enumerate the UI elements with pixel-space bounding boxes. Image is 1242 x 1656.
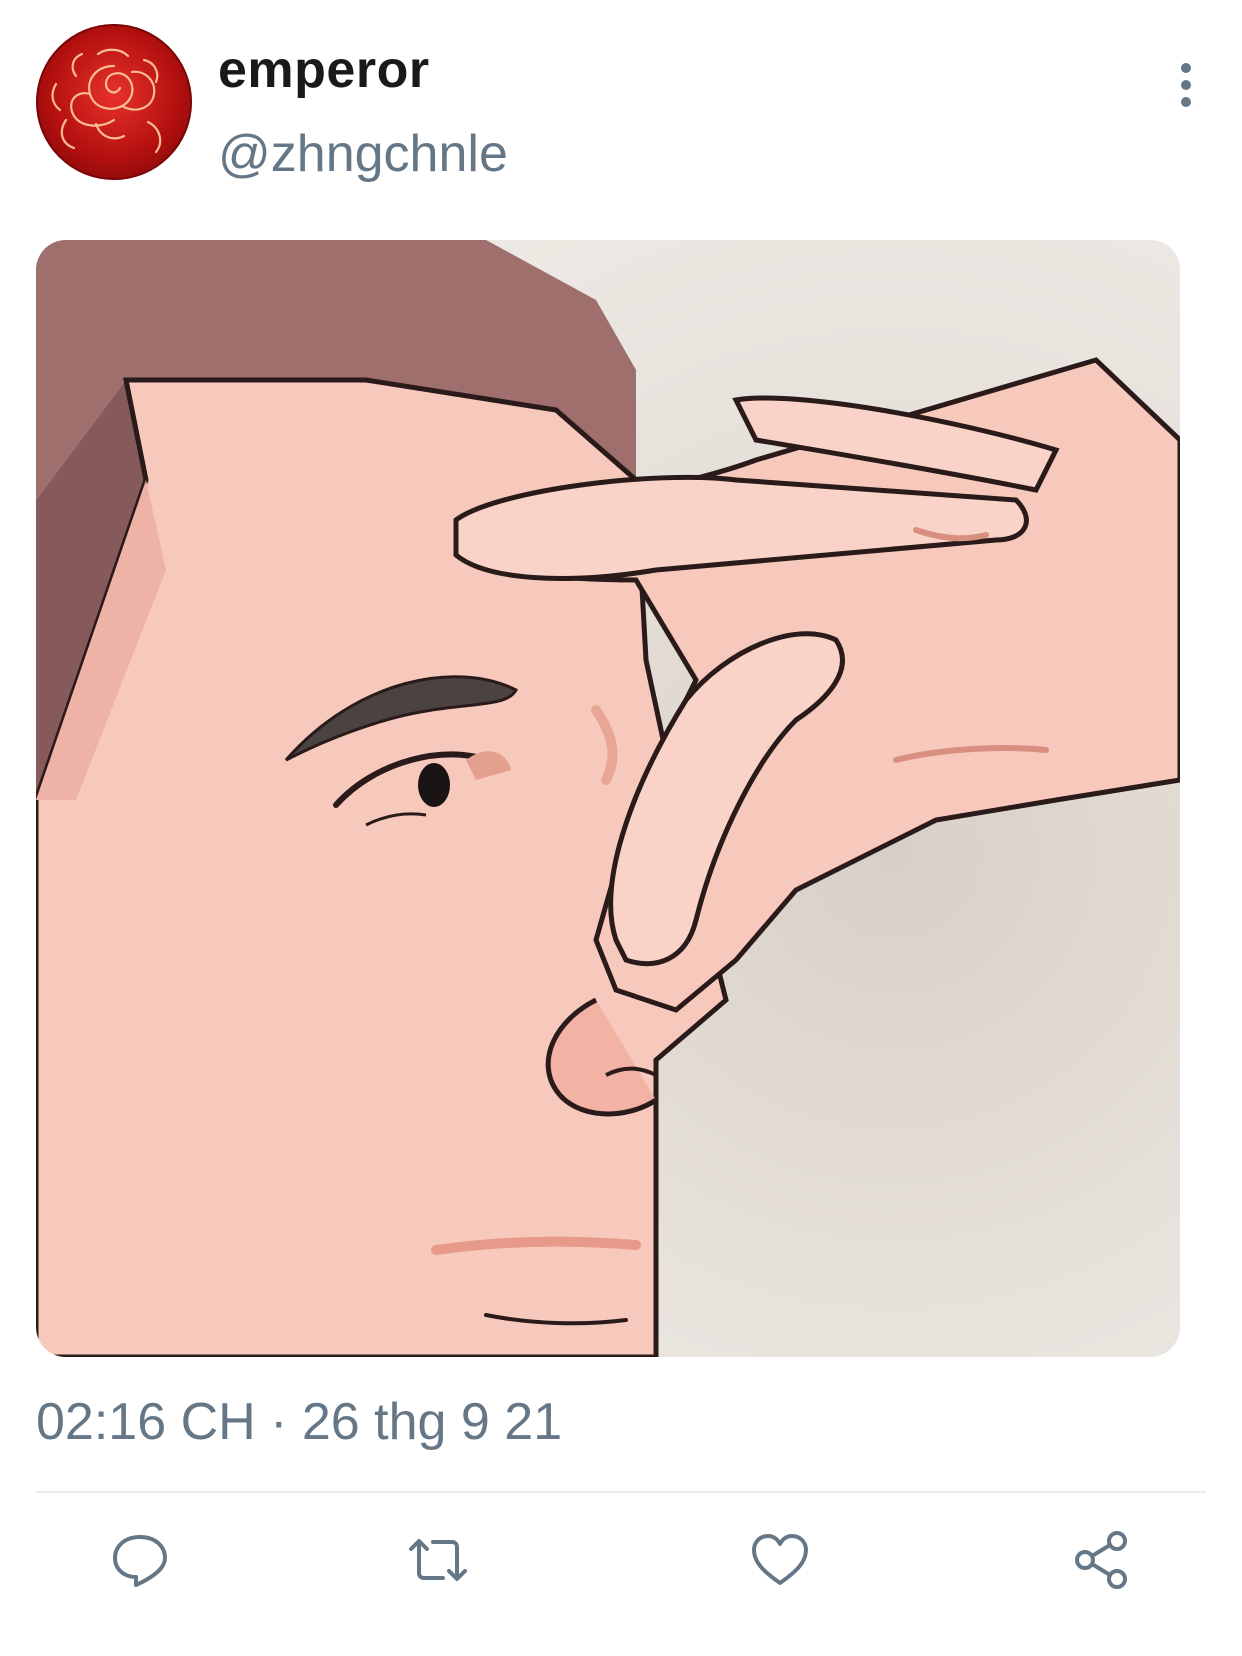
retweet-button[interactable] bbox=[398, 1520, 478, 1600]
display-name[interactable]: emperor bbox=[218, 44, 430, 96]
tweet-header: emperor @zhngchnle bbox=[36, 24, 1206, 184]
rose-icon bbox=[36, 24, 192, 180]
reply-button[interactable] bbox=[100, 1520, 180, 1600]
retweet-icon bbox=[409, 1539, 467, 1581]
share-icon bbox=[1075, 1531, 1127, 1589]
user-handle[interactable]: @zhngchnle bbox=[218, 128, 508, 180]
like-button[interactable] bbox=[740, 1520, 820, 1600]
avatar[interactable] bbox=[36, 24, 192, 180]
reply-icon bbox=[113, 1535, 167, 1587]
meme-illustration-icon bbox=[36, 240, 1180, 1357]
more-dot-icon bbox=[1181, 97, 1191, 107]
more-options-button[interactable] bbox=[1166, 50, 1206, 120]
heart-icon bbox=[752, 1534, 808, 1585]
divider bbox=[36, 1491, 1206, 1493]
tweet-media-image[interactable] bbox=[36, 240, 1180, 1357]
tweet-timestamp[interactable]: 02:16 CH · 26 thg 9 21 bbox=[36, 1396, 562, 1448]
tweet-actions-bar bbox=[0, 1520, 1242, 1600]
more-dot-icon bbox=[1181, 80, 1191, 90]
more-dot-icon bbox=[1181, 63, 1191, 73]
share-button[interactable] bbox=[1062, 1520, 1142, 1600]
